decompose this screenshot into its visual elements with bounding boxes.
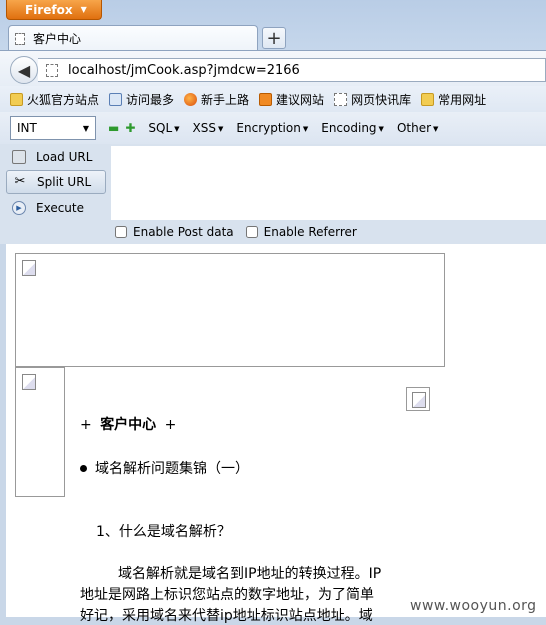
caret-icon: ▼ (218, 124, 224, 133)
bookmark-common-sites[interactable]: 常用网址 (421, 91, 486, 108)
minus-icon[interactable]: ▬ (108, 121, 119, 135)
referrer-checkbox[interactable] (245, 226, 258, 238)
heading-decor: + (80, 417, 92, 433)
load-url-button[interactable]: Load URL (6, 145, 106, 169)
paragraph-line-2: 地址是网路上标识您站点的数字地址，为了简单 (80, 587, 374, 603)
paragraph-line-1: 域名解析就是域名到IP地址的转换过程。IP (118, 566, 382, 582)
play-icon: ▶ (12, 201, 26, 215)
menu-other[interactable]: Other ▼ (397, 121, 438, 135)
menu-xss[interactable]: XSS ▼ (193, 121, 224, 135)
dashed-page-icon (334, 92, 348, 106)
tab-title: 客户中心 (33, 32, 82, 46)
bookmark-label: 建议网站 (276, 92, 325, 107)
checkbox-label: Enable Referrer (263, 225, 357, 239)
folder-icon (10, 92, 23, 106)
bookmark-web-slices[interactable]: 网页快讯库 (334, 91, 411, 108)
back-button[interactable]: ◀ (10, 56, 38, 84)
bulb-icon (259, 92, 273, 106)
plus-icon: + (266, 27, 282, 49)
list-item-link[interactable]: 域名解析问题集锦（一） (95, 458, 249, 478)
firefox-icon (184, 92, 198, 106)
post-data-checkbox[interactable] (115, 226, 127, 238)
caret-icon: ▼ (302, 124, 309, 133)
url-bar[interactable] (38, 58, 546, 82)
broken-image-icon (22, 260, 36, 276)
paragraph-line-3: 好记，采用域名来代替ip地址标识站点地址。域 (80, 608, 373, 624)
caret-icon: ▼ (433, 124, 439, 133)
menu-label: Encryption (236, 121, 301, 135)
back-arrow-icon: ◀ (17, 60, 31, 80)
tab-customer-center[interactable]: 客户中心 (8, 25, 258, 51)
bullet-icon (80, 464, 87, 472)
hackbar-options: Enable Post data Enable Referrer (0, 220, 546, 244)
bookmark-getting-started[interactable]: 新手上路 (184, 91, 249, 108)
bookmark-label: 网页快讯库 (351, 92, 412, 107)
chevron-down-icon: ▼ (82, 123, 89, 133)
caret-icon: ▼ (174, 124, 180, 133)
hackbar-toolbar: INT ▼ ▬ ✚ SQL ▼ XSS ▼ Encryption ▼ Encoding… (0, 112, 546, 144)
site-identity-icon[interactable] (46, 63, 58, 77)
broken-image-icon (22, 374, 36, 390)
menu-label: SQL (148, 121, 173, 135)
bookmark-suggested-sites[interactable]: 建议网站 (259, 91, 324, 108)
new-tab-button[interactable]: + (262, 27, 286, 49)
hackbar-url-textarea[interactable] (111, 146, 546, 222)
bookmark-firefox-official[interactable]: 火狐官方站点 (10, 91, 99, 108)
menu-label: XSS (192, 121, 217, 135)
page-icon (15, 32, 25, 45)
caret-icon: ▼ (378, 124, 384, 133)
heading-decor: + (164, 417, 177, 433)
banner-image (15, 253, 445, 367)
firefox-button-label: Firefox (25, 2, 73, 17)
bookmark-label: 新手上路 (201, 92, 250, 107)
type-select-value: INT (17, 121, 37, 135)
button-label: Load URL (36, 150, 93, 164)
load-url-icon (12, 150, 26, 164)
navigation-bar: ◀ (0, 50, 546, 87)
checkbox-label: Enable Post data (133, 225, 234, 239)
side-image (15, 367, 65, 497)
list-item[interactable]: 域名解析问题集锦（一） (80, 458, 249, 478)
folder-icon (421, 92, 435, 106)
faq-question: 1、什么是域名解析？ (96, 524, 231, 540)
button-label: Execute (36, 201, 84, 215)
heading-text: 客户中心 (100, 417, 157, 433)
dropdown-arrow-icon: ▼ (80, 5, 87, 14)
bookmark-most-visited[interactable]: 访问最多 (109, 91, 174, 108)
small-image (406, 387, 430, 411)
menu-label: Encoding (321, 121, 377, 135)
watermark: www.wooyun.org (410, 598, 537, 614)
plus-icon[interactable]: ✚ (125, 121, 135, 135)
enable-post-data-checkbox[interactable]: Enable Post data (115, 225, 234, 239)
menu-sql[interactable]: SQL ▼ (148, 121, 179, 135)
execute-button[interactable]: ▶ Execute (6, 196, 106, 220)
page-heading: + 客户中心 + (80, 414, 176, 434)
scissors-icon: ✂ (14, 174, 26, 189)
type-select[interactable]: INT ▼ (10, 116, 96, 140)
split-url-button[interactable]: ✂ Split URL (6, 170, 106, 194)
menu-encryption[interactable]: Encryption ▼ (236, 121, 308, 135)
bookmarks-toolbar: 火狐官方站点 访问最多 新手上路 建议网站 网页快讯库 常用网址 (0, 86, 546, 112)
button-label: Split URL (37, 175, 92, 189)
firefox-menu-button[interactable]: Firefox ▼ (6, 0, 102, 20)
enable-referrer-checkbox[interactable]: Enable Referrer (245, 225, 357, 239)
bookmark-label: 常用网址 (438, 92, 487, 107)
menu-encoding[interactable]: Encoding ▼ (321, 121, 384, 135)
broken-image-icon (412, 392, 426, 408)
bookmark-label: 访问最多 (126, 92, 175, 107)
menu-label: Other (396, 121, 432, 135)
bookmark-label: 火狐官方站点 (27, 92, 100, 107)
url-input[interactable] (68, 62, 468, 78)
person-icon (109, 92, 123, 106)
